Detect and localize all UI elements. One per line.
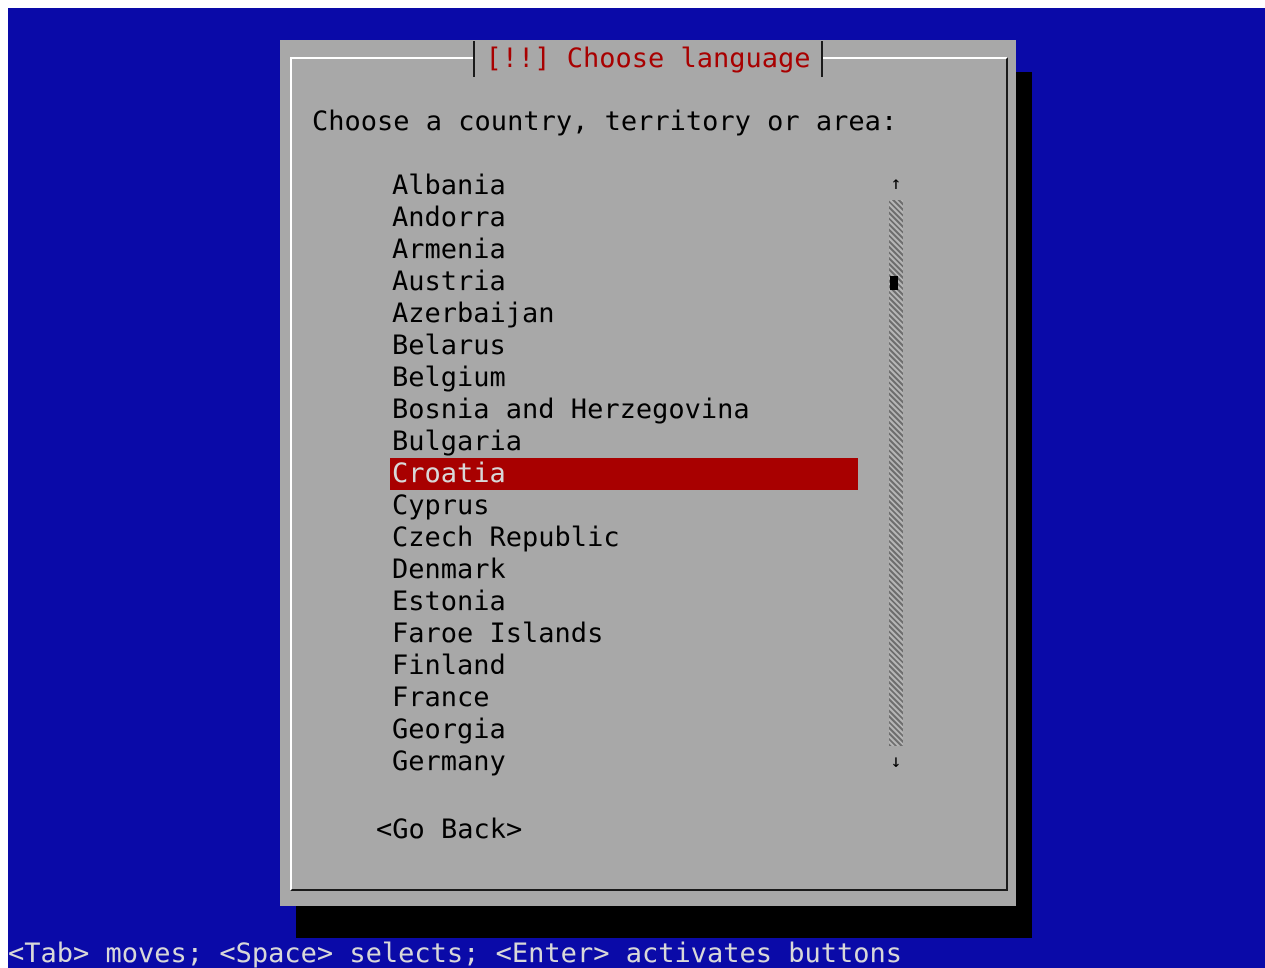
list-item[interactable]: Finland bbox=[390, 650, 858, 682]
choose-language-dialog: [!!] Choose language Choose a country, t… bbox=[280, 40, 1016, 906]
list-item[interactable]: Germany bbox=[390, 746, 858, 778]
list-item[interactable]: Georgia bbox=[390, 714, 858, 746]
list-item[interactable]: Azerbaijan bbox=[390, 298, 858, 330]
list-item[interactable]: Estonia bbox=[390, 586, 858, 618]
go-back-button[interactable]: <Go Back> bbox=[376, 812, 522, 848]
list-item[interactable]: Czech Republic bbox=[390, 522, 858, 554]
list-item[interactable]: Belarus bbox=[390, 330, 858, 362]
scroll-down-arrow-icon[interactable]: ↓ bbox=[886, 752, 906, 772]
list-item[interactable]: Albania bbox=[390, 170, 858, 202]
list-item[interactable]: Cyprus bbox=[390, 490, 858, 522]
list-item[interactable]: Austria bbox=[390, 266, 858, 298]
dialog-title-bar: [!!] Choose language bbox=[280, 40, 1016, 77]
dialog-prompt: Choose a country, territory or area: bbox=[312, 106, 898, 137]
scrollbar[interactable]: ↑ ↓ bbox=[886, 172, 906, 772]
list-item[interactable]: Faroe Islands bbox=[390, 618, 858, 650]
list-item[interactable]: Denmark bbox=[390, 554, 858, 586]
scrollbar-thumb[interactable] bbox=[890, 276, 898, 290]
list-item-selected[interactable]: Croatia bbox=[390, 458, 858, 490]
list-item[interactable]: Bulgaria bbox=[390, 426, 858, 458]
dialog-title: [!!] Choose language bbox=[473, 41, 823, 77]
list-item[interactable]: Armenia bbox=[390, 234, 858, 266]
scroll-up-arrow-icon[interactable]: ↑ bbox=[886, 174, 906, 194]
list-item[interactable]: Belgium bbox=[390, 362, 858, 394]
list-item[interactable]: Bosnia and Herzegovina bbox=[390, 394, 858, 426]
help-line: <Tab> moves; <Space> selects; <Enter> ac… bbox=[8, 938, 903, 968]
country-list[interactable]: Albania Andorra Armenia Austria Azerbaijan Be… bbox=[390, 170, 858, 778]
list-item[interactable]: France bbox=[390, 682, 858, 714]
list-item[interactable]: Andorra bbox=[390, 202, 858, 234]
